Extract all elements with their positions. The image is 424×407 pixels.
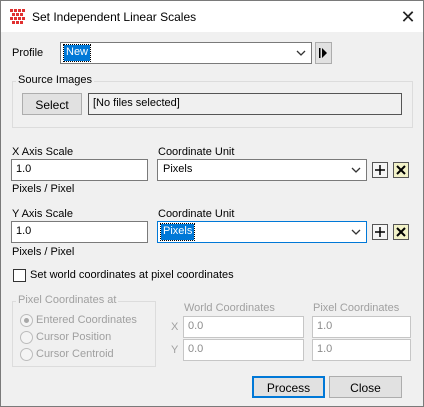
window-title: Set Independent Linear Scales [32, 10, 197, 24]
y-remove-button[interactable] [393, 224, 409, 240]
x-axis-scale-input[interactable]: 1.0 [11, 159, 148, 181]
world-coords-checkbox-label[interactable]: Set world coordinates at pixel coordinat… [30, 269, 234, 281]
delete-x-icon [396, 227, 406, 237]
radio-cursor-centroid[interactable] [20, 348, 33, 361]
delete-x-icon [396, 165, 406, 175]
chevron-down-icon [351, 167, 361, 173]
radio-entered-coordinates[interactable] [20, 314, 33, 327]
chevron-down-icon [296, 50, 306, 56]
plus-icon [375, 165, 385, 175]
world-coordinates-header: World Coordinates [184, 302, 275, 314]
pixel-coords-title: Pixel Coordinates at [16, 294, 119, 306]
y-coord-unit-dropdown[interactable]: Pixels [157, 221, 367, 243]
x-add-button[interactable] [372, 162, 388, 178]
y-axis-scale-label: Y Axis Scale [12, 208, 73, 220]
close-window-icon[interactable]: ✕ [394, 5, 422, 29]
y-coord-unit-label: Coordinate Unit [158, 208, 235, 220]
x-coord-unit-label: Coordinate Unit [158, 146, 235, 158]
profile-label: Profile [12, 47, 44, 59]
pixel-coordinates-header: Pixel Coordinates [313, 302, 400, 314]
y-add-button[interactable] [372, 224, 388, 240]
play-arrow-icon [319, 48, 327, 58]
plus-icon [375, 227, 385, 237]
y-axis-units-label: Pixels / Pixel [12, 246, 75, 258]
dialog-window: Set Independent Linear Scales ✕ Profile … [0, 0, 424, 407]
process-button[interactable]: Process [252, 376, 325, 398]
world-x-input[interactable]: 0.0 [183, 316, 304, 338]
x-coord-unit-value: Pixels [163, 163, 193, 175]
x-remove-button[interactable] [393, 162, 409, 178]
x-coord-unit-dropdown[interactable]: Pixels [157, 159, 367, 181]
x-coord-label: X [171, 321, 179, 333]
title-bar[interactable]: Set Independent Linear Scales ✕ [1, 1, 423, 32]
select-files-button[interactable]: Select [22, 93, 82, 115]
y-axis-scale-input[interactable]: 1.0 [11, 221, 148, 243]
y-coord-label: Y [171, 344, 179, 356]
selected-files-field: [No files selected] [88, 93, 402, 115]
profile-value: New [62, 44, 92, 62]
y-coord-unit-value: Pixels [159, 223, 196, 241]
x-axis-units-label: Pixels / Pixel [12, 183, 75, 195]
pixel-y-input[interactable]: 1.0 [312, 339, 411, 361]
radio-cursor-position-label[interactable]: Cursor Position [36, 331, 111, 343]
source-images-title: Source Images [16, 74, 94, 86]
profile-menu-button[interactable] [315, 42, 332, 64]
close-button[interactable]: Close [329, 376, 402, 398]
x-axis-scale-label: X Axis Scale [12, 146, 74, 158]
radio-cursor-position[interactable] [20, 331, 33, 344]
chevron-down-icon [351, 229, 361, 235]
radio-entered-coordinates-label[interactable]: Entered Coordinates [36, 314, 137, 326]
pixel-x-input[interactable]: 1.0 [312, 316, 411, 338]
radio-cursor-centroid-label[interactable]: Cursor Centroid [36, 348, 114, 360]
world-y-input[interactable]: 0.0 [183, 339, 304, 361]
app-grid-icon [10, 9, 25, 24]
profile-dropdown[interactable]: New [60, 42, 312, 64]
world-coords-checkbox[interactable] [13, 269, 26, 282]
